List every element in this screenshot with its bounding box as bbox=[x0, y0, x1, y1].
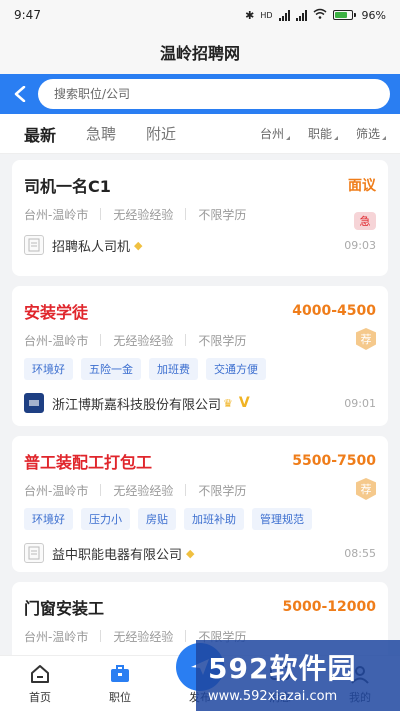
battery-percent: 96% bbox=[361, 8, 386, 22]
post-time: 09:03 bbox=[344, 238, 376, 252]
watermark-url: www.592xiazai.com bbox=[208, 689, 338, 704]
tab-urgent[interactable]: 急聘 bbox=[86, 123, 116, 144]
status-bar: 9:47 ✱ HD 96% bbox=[0, 0, 400, 30]
tab-nearby[interactable]: 附近 bbox=[146, 123, 176, 144]
urgent-badge: 急 bbox=[354, 212, 376, 230]
job-tag: 环境好 bbox=[24, 508, 73, 530]
company-row[interactable]: 招聘私人司机 ◆ 09:03 bbox=[24, 234, 376, 256]
post-time: 08:55 bbox=[344, 546, 376, 560]
job-tags: 环境好 压力小 房贴 加班补助 管理规范 bbox=[24, 508, 376, 530]
tab-latest[interactable]: 最新 bbox=[24, 122, 56, 146]
job-salary: 5500-7500 bbox=[292, 453, 376, 469]
bluetooth-icon: ✱ bbox=[245, 8, 255, 22]
battery-icon bbox=[332, 10, 356, 20]
job-experience: 无经验经验 bbox=[113, 333, 174, 348]
job-education: 不限学历 bbox=[198, 333, 247, 348]
job-location: 台州-温岭市 bbox=[24, 629, 89, 644]
job-tag: 压力小 bbox=[81, 508, 130, 530]
job-experience: 无经验经验 bbox=[113, 629, 174, 644]
status-icons: ✱ HD 96% bbox=[245, 8, 386, 22]
job-tag: 五险一金 bbox=[81, 358, 141, 380]
briefcase-icon bbox=[108, 662, 132, 686]
home-icon bbox=[28, 662, 52, 686]
document-icon bbox=[24, 543, 44, 563]
job-title: 门窗安装工 bbox=[24, 599, 105, 618]
status-time: 9:47 bbox=[14, 8, 41, 22]
tab-jobs[interactable]: 职位 bbox=[80, 662, 160, 705]
job-meta: 台州-温岭市 无经验经验 不限学历 bbox=[24, 482, 376, 498]
job-tag: 环境好 bbox=[24, 358, 73, 380]
company-name: 招聘私人司机 bbox=[52, 239, 131, 255]
job-education: 不限学历 bbox=[198, 207, 247, 222]
crown-icon: ♛ bbox=[223, 396, 233, 410]
filter-more[interactable]: 筛选 bbox=[356, 125, 387, 142]
hd-label: HD bbox=[260, 10, 273, 20]
job-location: 台州-温岭市 bbox=[24, 333, 89, 348]
filter-region[interactable]: 台州 bbox=[260, 125, 290, 142]
job-salary: 5000-12000 bbox=[282, 599, 376, 615]
tab-home[interactable]: 首页 bbox=[0, 662, 80, 705]
job-experience: 无经验经验 bbox=[113, 207, 174, 222]
company-logo bbox=[24, 393, 44, 413]
job-tags: 环境好 五险一金 加班费 交通方便 bbox=[24, 358, 376, 380]
document-icon bbox=[24, 235, 44, 255]
job-meta: 台州-温岭市 无经验经验 不限学历 bbox=[24, 206, 376, 222]
job-tag: 管理规范 bbox=[252, 508, 312, 530]
filter-function[interactable]: 职能 bbox=[308, 125, 338, 142]
job-card[interactable]: 安装学徒 4000-4500 台州-温岭市 无经验经验 不限学历 荐 环境好 五… bbox=[12, 286, 388, 426]
company-row[interactable]: 益中职能电器有限公司 ◆ 08:55 bbox=[24, 542, 376, 564]
filter-group: 台州 职能 筛选 bbox=[260, 125, 387, 142]
signal-icon bbox=[278, 9, 290, 21]
job-experience: 无经验经验 bbox=[113, 483, 174, 498]
vip-badge: V bbox=[238, 395, 250, 411]
job-title: 安装学徒 bbox=[24, 303, 89, 322]
chevron-left-icon bbox=[14, 86, 26, 102]
wifi-icon bbox=[313, 8, 327, 22]
watermark: 592软件园 www.592xiazai.com bbox=[196, 640, 400, 711]
company-name: 浙江博斯嘉科技股份有限公司 bbox=[52, 397, 222, 413]
company-row[interactable]: 浙江博斯嘉科技股份有限公司 ♛ V 09:01 bbox=[24, 392, 376, 414]
search-input[interactable] bbox=[38, 79, 390, 109]
job-tag: 房贴 bbox=[138, 508, 176, 530]
job-title: 普工装配工打包工 bbox=[24, 453, 153, 472]
post-time: 09:01 bbox=[344, 396, 376, 410]
job-card[interactable]: 司机一名C1 面议 台州-温岭市 无经验经验 不限学历 急 招聘私人司机 ◆ 0… bbox=[12, 160, 388, 276]
back-button[interactable] bbox=[6, 80, 34, 108]
job-salary: 面议 bbox=[348, 178, 376, 194]
signal-icon-2 bbox=[295, 9, 307, 21]
search-bar bbox=[0, 74, 400, 114]
job-card[interactable]: 普工装配工打包工 5500-7500 台州-温岭市 无经验经验 不限学历 荐 环… bbox=[12, 436, 388, 572]
filter-row: 最新 急聘 附近 台州 职能 筛选 bbox=[0, 114, 400, 154]
watermark-title: 592软件园 bbox=[208, 652, 357, 685]
job-list: 司机一名C1 面议 台州-温岭市 无经验经验 不限学历 急 招聘私人司机 ◆ 0… bbox=[12, 160, 388, 682]
job-title: 司机一名C1 bbox=[24, 177, 111, 196]
verified-diamond-icon: ◆ bbox=[134, 238, 143, 252]
job-location: 台州-温岭市 bbox=[24, 483, 89, 498]
job-tag: 加班费 bbox=[149, 358, 198, 380]
verified-diamond-icon: ◆ bbox=[186, 546, 195, 560]
company-name: 益中职能电器有限公司 bbox=[52, 547, 183, 563]
job-education: 不限学历 bbox=[198, 483, 247, 498]
job-salary: 4000-4500 bbox=[292, 303, 376, 319]
page-title: 温岭招聘网 bbox=[0, 30, 400, 74]
tab-label: 首页 bbox=[29, 691, 51, 704]
tab-label: 职位 bbox=[109, 691, 131, 704]
job-tag: 加班补助 bbox=[184, 508, 244, 530]
job-meta: 台州-温岭市 无经验经验 不限学历 bbox=[24, 332, 376, 348]
job-location: 台州-温岭市 bbox=[24, 207, 89, 222]
job-tag: 交通方便 bbox=[206, 358, 266, 380]
